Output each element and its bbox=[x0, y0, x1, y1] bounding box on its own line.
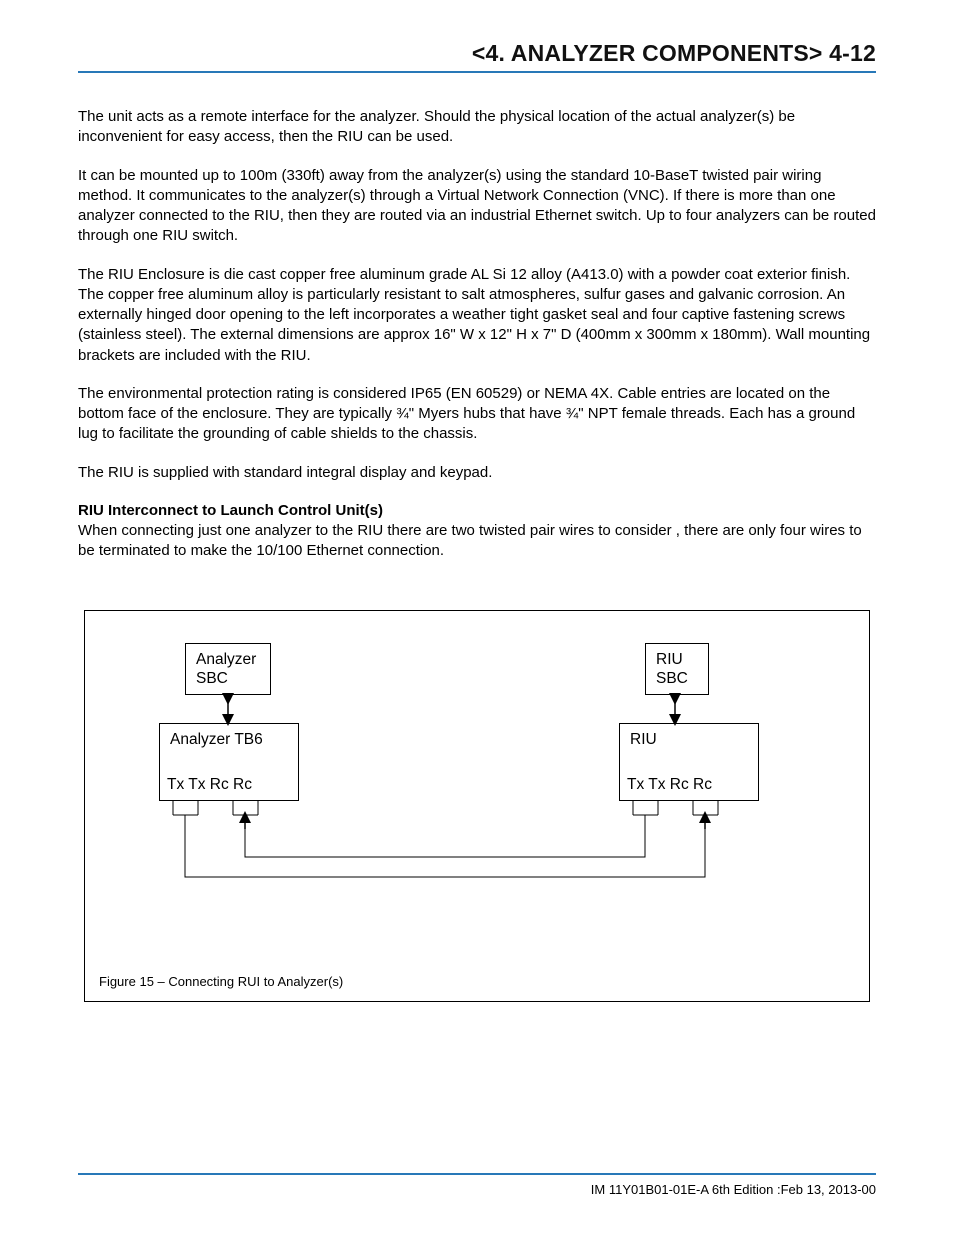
section-heading: RIU Interconnect to Launch Control Unit(… bbox=[78, 501, 876, 521]
footer-rule bbox=[78, 1173, 876, 1175]
paragraph: The RIU Enclosure is die cast copper fre… bbox=[78, 265, 876, 366]
diagram-lines bbox=[85, 611, 869, 1001]
paragraph: The environmental protection rating is c… bbox=[78, 384, 876, 445]
page: <4. ANALYZER COMPONENTS> 4-12 The unit a… bbox=[0, 0, 954, 1235]
page-header: <4. ANALYZER COMPONENTS> 4-12 bbox=[78, 40, 876, 73]
body-text: The unit acts as a remote interface for … bbox=[78, 107, 876, 562]
paragraph: It can be mounted up to 100m (330ft) awa… bbox=[78, 166, 876, 247]
paragraph: The unit acts as a remote interface for … bbox=[78, 107, 876, 148]
footer-text: IM 11Y01B01-01E-A 6th Edition :Feb 13, 2… bbox=[591, 1182, 876, 1197]
figure-frame: Analyzer SBC Analyzer TB6 Tx Tx Rc Rc RI… bbox=[84, 610, 870, 1002]
figure-caption: Figure 15 – Connecting RUI to Analyzer(s… bbox=[99, 974, 343, 989]
paragraph: The RIU is supplied with standard integr… bbox=[78, 463, 876, 483]
paragraph: When connecting just one analyzer to the… bbox=[78, 521, 876, 562]
diagram: Analyzer SBC Analyzer TB6 Tx Tx Rc Rc RI… bbox=[85, 611, 869, 1001]
